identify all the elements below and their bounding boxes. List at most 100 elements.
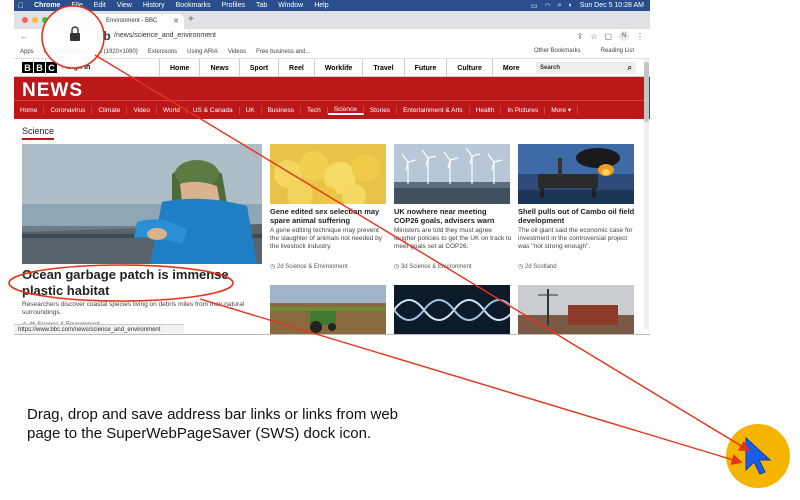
secnav-science[interactable]: Science — [327, 105, 364, 115]
secnav-health[interactable]: Health — [470, 106, 502, 114]
battery-icon[interactable]: ▭ — [531, 2, 538, 10]
menu-app-name[interactable]: Chrome — [34, 2, 60, 9]
zoom-window-button[interactable] — [42, 17, 48, 23]
card-4-image[interactable] — [270, 285, 386, 334]
secnav-in-pictures[interactable]: In Pictures — [501, 106, 546, 114]
kebab-menu-icon[interactable]: ⋮ — [636, 32, 644, 41]
search-icon[interactable]: ⌕ — [628, 63, 632, 73]
bbc-search-input[interactable]: Search ⌕ — [536, 62, 636, 74]
secnav-world[interactable]: World — [157, 106, 187, 114]
card-1-image[interactable] — [270, 144, 386, 204]
secnav-entertainment[interactable]: Entertainment & Arts — [397, 106, 470, 114]
menu-file[interactable]: File — [71, 2, 82, 9]
bookmark-apps[interactable]: Apps — [20, 49, 34, 55]
menu-tab[interactable]: Tab — [256, 2, 267, 9]
close-window-button[interactable] — [22, 17, 28, 23]
card-1-headline[interactable]: Gene edited sex selection may spare anim… — [270, 207, 388, 225]
minimize-window-button[interactable] — [32, 17, 38, 23]
bookmark-th[interactable]: th (1920×1080) — [97, 49, 138, 55]
tab-bbc-environment[interactable]: Environment - BBC ✕ — [92, 14, 184, 29]
lead-story-summary: Researchers discover coastal species liv… — [22, 301, 245, 316]
star-bookmark-icon[interactable]: ☆ — [590, 32, 597, 41]
menu-window[interactable]: Window — [278, 2, 303, 9]
bookmark-my-vaccinations[interactable]: My Vaccinations — [44, 49, 87, 55]
address-bar-url[interactable]: /news/science_and_environment — [114, 32, 216, 39]
secnav-stories[interactable]: Stories — [364, 106, 398, 114]
news-section-nav: Home Coronavirus Climate Video World US … — [14, 100, 650, 119]
secnav-tech[interactable]: Tech — [301, 106, 328, 114]
card-2-summary: Ministers are told they must agree tough… — [394, 227, 512, 250]
close-tab-icon[interactable]: ✕ — [173, 17, 179, 25]
clock-icon: ◷ — [394, 264, 401, 270]
card-3-summary: The oil giant said the economic case for… — [518, 227, 633, 250]
lead-story-headline[interactable]: Ocean garbage patch is immense plastic h… — [22, 267, 252, 299]
extensions-icon[interactable]: ▢ — [604, 32, 612, 41]
secnav-us-canada[interactable]: US & Canada — [187, 106, 240, 114]
bookmark-videos[interactable]: Videos — [228, 49, 246, 55]
link-status-bar: https://www.bbc.com/news/science_and_env… — [14, 324, 184, 334]
bookmark-using-aria[interactable]: Using ARIA — [187, 49, 218, 55]
menu-profiles[interactable]: Profiles — [222, 2, 245, 9]
topnav-reel[interactable]: Reel — [278, 59, 314, 77]
bbc-logo[interactable]: B B C — [22, 62, 57, 73]
control-center-icon[interactable]: ◐ — [569, 2, 573, 9]
topnav-home[interactable]: Home — [159, 59, 199, 77]
bookmarks-bar: Apps My Vaccinations th (1920×1080) Exte… — [14, 45, 650, 59]
apple-menu-icon[interactable]:  — [18, 1, 24, 10]
topnav-news[interactable]: News — [199, 59, 238, 77]
menu-history[interactable]: History — [143, 2, 165, 9]
lead-story-image[interactable] — [22, 144, 262, 264]
share-icon[interactable]: ⇪ — [577, 32, 584, 41]
bbc-masthead: B B C The Sign in Home News Sport Reel W… — [14, 59, 650, 77]
card-3-meta: ◷ 2d Scotland — [518, 263, 557, 270]
bbc-logo-b2: B — [34, 62, 45, 73]
news-logo[interactable]: NEWS — [22, 80, 83, 102]
card-2-meta: ◷ 3d Science & Environment — [394, 263, 472, 270]
sws-dock-icon[interactable] — [726, 424, 790, 488]
card-3-image[interactable] — [518, 144, 634, 204]
dna-image-graphic — [394, 285, 510, 334]
menubar-datetime[interactable]: Sun Dec 5 10:28 AM — [580, 2, 644, 9]
page-scrollbar[interactable] — [644, 59, 649, 329]
card-3-headline[interactable]: Shell pulls out of Cambo oil field devel… — [518, 207, 636, 225]
topnav-culture[interactable]: Culture — [446, 59, 492, 77]
card-6-image[interactable] — [518, 285, 634, 334]
topnav-future[interactable]: Future — [403, 59, 447, 77]
bbc-logo-b1: B — [22, 62, 33, 73]
topnav-sport[interactable]: Sport — [238, 59, 278, 77]
secnav-home[interactable]: Home — [14, 106, 45, 114]
menu-edit[interactable]: Edit — [94, 2, 106, 9]
menu-bookmarks[interactable]: Bookmarks — [176, 2, 211, 9]
wifi-icon[interactable]: ◠ — [545, 2, 551, 10]
profile-avatar[interactable]: N — [619, 31, 629, 41]
bookmark-extensions[interactable]: Extensions — [148, 49, 177, 55]
back-arrow-icon[interactable]: ← — [20, 32, 28, 41]
topnav-more[interactable]: More — [491, 59, 530, 77]
topnav-worklife[interactable]: Worklife — [313, 59, 363, 77]
secnav-business[interactable]: Business — [262, 106, 301, 114]
secnav-video[interactable]: Video — [127, 106, 157, 114]
address-bar-url-prefix[interactable]: bb — [96, 29, 111, 43]
card-2-headline[interactable]: UK nowhere near meeting COP26 goals, adv… — [394, 207, 512, 225]
menu-view[interactable]: View — [117, 2, 132, 9]
secnav-uk[interactable]: UK — [240, 106, 262, 114]
reading-list[interactable]: Reading List — [601, 48, 634, 54]
dragged-link-ghost: The — [60, 61, 76, 71]
bookmark-free-business[interactable]: Free business and... — [256, 49, 310, 55]
window-controls — [22, 17, 48, 23]
topnav-travel[interactable]: Travel — [362, 59, 403, 77]
secnav-coronavirus[interactable]: Coronavirus — [44, 106, 93, 114]
new-tab-button[interactable]: + — [188, 14, 194, 25]
tractor-image-graphic — [270, 285, 386, 334]
search-spotlight-icon[interactable]: ⌕ — [558, 2, 562, 10]
oil-platform-image-graphic — [518, 144, 634, 204]
secnav-climate[interactable]: Climate — [92, 106, 128, 114]
scrollbar-thumb[interactable] — [644, 62, 649, 122]
card-5-image[interactable] — [394, 285, 510, 334]
secnav-more[interactable]: More ▾ — [545, 106, 579, 114]
bbc-top-nav: Home News Sport Reel Worklife Travel Fut… — [159, 59, 530, 77]
other-bookmarks[interactable]: Other Bookmarks — [534, 48, 581, 54]
cursor-arrow-icon — [745, 436, 772, 475]
card-2-image[interactable] — [394, 144, 510, 204]
menu-help[interactable]: Help — [314, 2, 328, 9]
